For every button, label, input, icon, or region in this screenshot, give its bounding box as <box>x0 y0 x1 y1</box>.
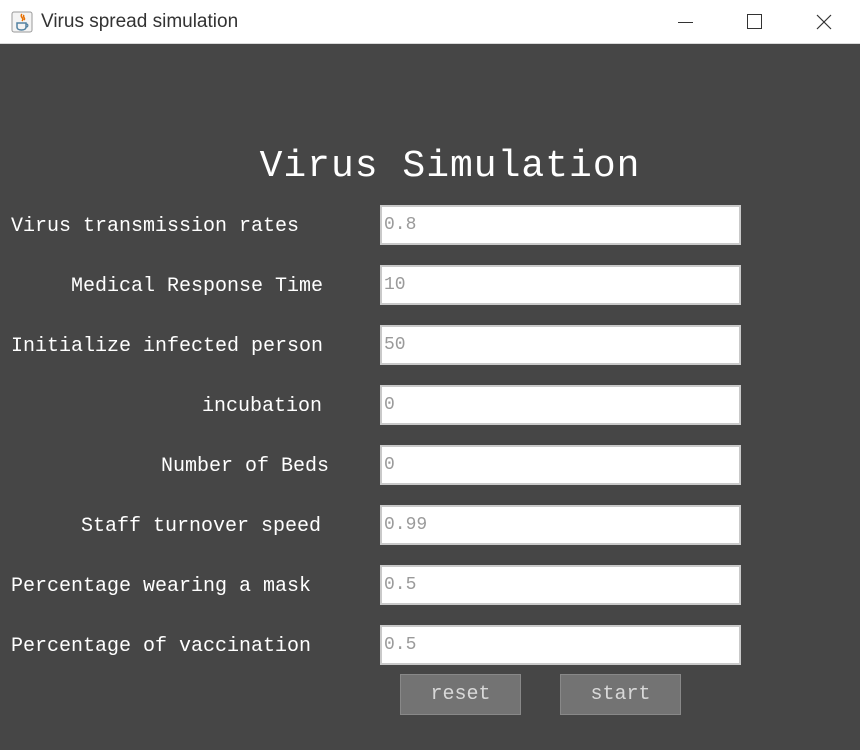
number-of-beds-input[interactable] <box>380 445 741 485</box>
title-bar: Virus spread simulation <box>0 0 860 44</box>
main-panel: Virus Simulation Virus transmission rate… <box>0 44 860 750</box>
incubation-input[interactable] <box>380 385 741 425</box>
label-vaccination-percentage: Percentage of vaccination <box>11 635 312 658</box>
mask-percentage-input[interactable] <box>380 565 741 605</box>
label-transmission-rate: Virus transmission rates <box>11 215 300 238</box>
window-title: Virus spread simulation <box>41 11 239 32</box>
start-button[interactable]: start <box>560 674 681 715</box>
label-incubation: incubation <box>202 395 323 418</box>
page-title: Virus Simulation <box>259 145 641 188</box>
close-icon <box>816 14 832 30</box>
staff-turnover-speed-input[interactable] <box>380 505 741 545</box>
close-button[interactable] <box>801 0 847 44</box>
medical-response-time-input[interactable] <box>380 265 741 305</box>
label-number-of-beds: Number of Beds <box>161 455 330 478</box>
reset-button[interactable]: reset <box>400 674 521 715</box>
maximize-icon <box>747 14 762 29</box>
label-initial-infected: Initialize infected person <box>11 335 324 358</box>
minimize-button[interactable] <box>662 0 708 44</box>
maximize-button[interactable] <box>731 0 777 44</box>
transmission-rate-input[interactable] <box>380 205 741 245</box>
label-mask-percentage: Percentage wearing a mask <box>11 575 312 598</box>
initial-infected-input[interactable] <box>380 325 741 365</box>
label-medical-response-time: Medical Response Time <box>71 275 324 298</box>
vaccination-percentage-input[interactable] <box>380 625 741 665</box>
minimize-icon <box>678 22 693 23</box>
java-app-icon <box>11 11 33 33</box>
label-staff-turnover-speed: Staff turnover speed <box>81 515 322 538</box>
